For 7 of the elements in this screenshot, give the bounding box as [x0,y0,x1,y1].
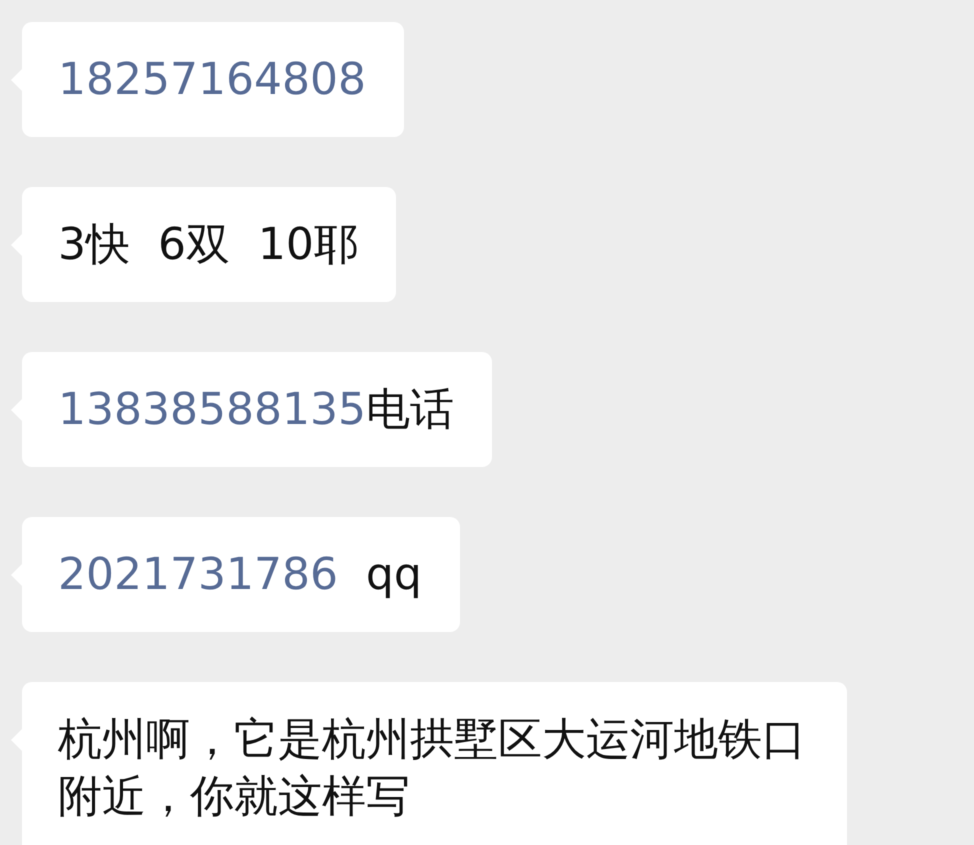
phone-number-link[interactable]: 2021731786 [58,549,338,600]
phone-number-link[interactable]: 18257164808 [58,54,366,105]
message-text: 杭州啊，它是杭州拱墅区大运河地铁口附近，你就这样写 [58,714,806,822]
message-text: 3快 6双 10耶 [58,219,358,270]
message-text: qq [364,549,422,600]
message-text: 电话 [366,384,454,435]
phone-number-link[interactable]: 13838588135 [58,384,366,435]
